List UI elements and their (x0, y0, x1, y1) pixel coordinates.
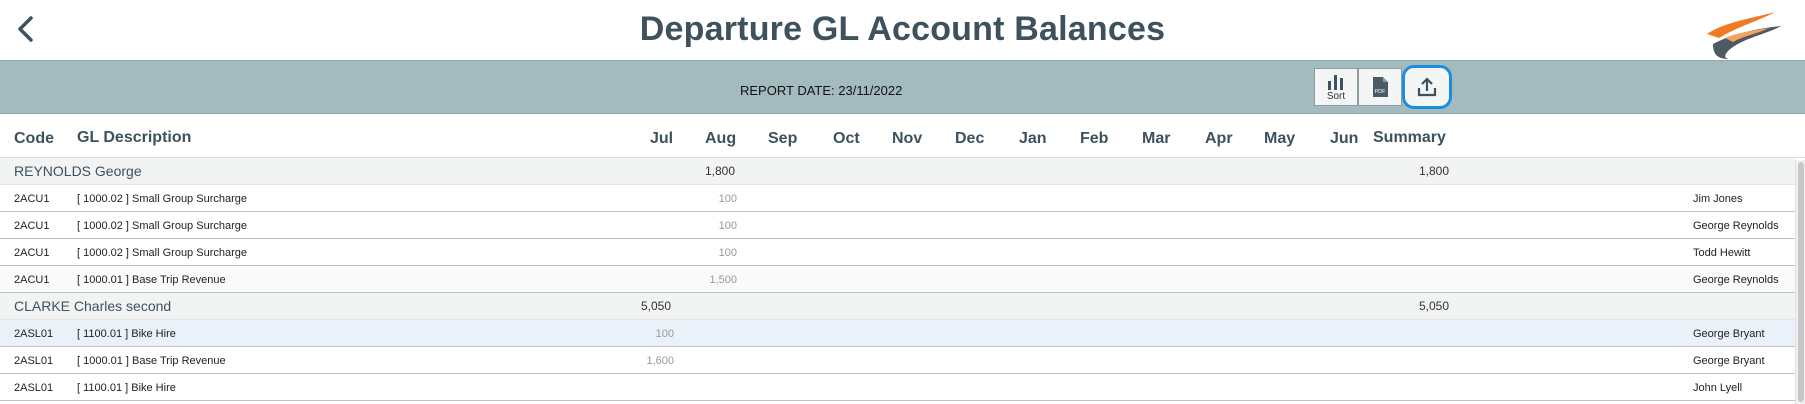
table-row[interactable]: 2ACU1 [ 1000.01 ] Base Trip Revenue 1,50… (0, 266, 1795, 293)
sort-button[interactable]: Sort (1314, 68, 1358, 106)
column-header[interactable]: Mar (1142, 130, 1170, 148)
row-code: 2ASL01 (14, 328, 54, 340)
group-name: CLARKE Charles second (14, 298, 172, 314)
group-name: REYNOLDS George (14, 163, 142, 179)
pdf-icon-text: PDF (1375, 89, 1387, 95)
column-header[interactable]: Oct (833, 130, 860, 148)
row-person: George Bryant (1693, 328, 1765, 340)
row-description: [ 1000.02 ] Small Group Surcharge (77, 247, 247, 259)
row-person: John Lyell (1693, 382, 1743, 394)
pdf-button[interactable]: PDF (1358, 68, 1402, 106)
column-header[interactable]: Dec (955, 130, 984, 148)
row-description: [ 1100.01 ] Bike Hire (77, 382, 176, 394)
row-code: 2ASL01 (14, 382, 54, 394)
row-description: [ 1000.01 ] Base Trip Revenue (77, 355, 226, 367)
row-aug-value: 100 (718, 220, 737, 232)
table-row[interactable]: 2ACU1 [ 1000.02 ] Small Group Surcharge … (0, 239, 1795, 266)
column-header[interactable]: Summary (1373, 129, 1446, 147)
row-code: 2ACU1 (14, 247, 50, 259)
table-row[interactable]: 2ASL01 [ 1000.01 ] Base Trip Revenue 1,6… (0, 347, 1795, 374)
pdf-file-icon: PDF (1373, 77, 1388, 97)
row-description: [ 1100.01 ] Bike Hire (77, 328, 176, 340)
row-person: Todd Hewitt (1693, 247, 1751, 259)
company-logo (1699, 4, 1785, 60)
table-row[interactable]: 2ASL01 [ 1100.01 ] Bike Hire 100 George … (0, 320, 1795, 347)
row-code: 2ASL01 (14, 355, 54, 367)
upload-icon (1417, 77, 1437, 97)
group-row[interactable]: CLARKE Charles second 5,050 5,050 (0, 293, 1795, 320)
column-header[interactable]: Apr (1205, 130, 1233, 148)
row-person: George Reynolds (1693, 220, 1779, 232)
row-person: Jim Jones (1693, 193, 1743, 205)
row-person: George Reynolds (1693, 274, 1779, 286)
table-body: REYNOLDS George 1,800 1,800 2ACU1 [ 1000… (0, 158, 1795, 401)
row-aug-value: 100 (718, 247, 737, 259)
scrollbar-thumb[interactable] (1798, 162, 1804, 402)
group-summary-value: 1,800 (1419, 164, 1450, 178)
column-header[interactable]: Code (14, 130, 54, 148)
report-toolbar: REPORT DATE: 23/11/2022 Sort PDF (0, 60, 1805, 114)
column-header[interactable]: Jul (650, 130, 673, 148)
vertical-scrollbar[interactable] (1795, 160, 1805, 404)
table-row[interactable]: 2ACU1 [ 1000.02 ] Small Group Surcharge … (0, 212, 1795, 239)
column-header[interactable]: Sep (768, 130, 797, 148)
export-button[interactable] (1402, 65, 1452, 109)
table-row[interactable]: 2ASL01 [ 1100.01 ] Bike Hire John Lyell (0, 374, 1795, 401)
bar-chart-icon (1328, 75, 1343, 90)
row-jul-value: 100 (655, 328, 674, 340)
group-aug-value: 1,800 (705, 164, 736, 178)
row-code: 2ACU1 (14, 220, 50, 232)
row-aug-value: 100 (718, 193, 737, 205)
sort-button-label: Sort (1326, 91, 1346, 102)
top-bar: Departure GL Account Balances (0, 0, 1805, 60)
group-summary-value: 5,050 (1419, 299, 1450, 313)
row-aug-value: 1,500 (709, 274, 737, 286)
table-row[interactable]: 2ACU1 [ 1000.02 ] Small Group Surcharge … (0, 185, 1795, 212)
column-header[interactable]: Feb (1080, 130, 1108, 148)
row-description: [ 1000.01 ] Base Trip Revenue (77, 274, 226, 286)
row-person: George Bryant (1693, 355, 1765, 367)
table-header: Code GL Description Jul Aug Sep Oct Nov … (0, 115, 1805, 158)
row-description: [ 1000.02 ] Small Group Surcharge (77, 193, 247, 205)
row-jul-value: 1,600 (646, 355, 674, 367)
column-header[interactable]: Aug (705, 130, 736, 148)
column-header[interactable]: Jan (1019, 130, 1047, 148)
report-date: REPORT DATE: 23/11/2022 (740, 83, 903, 98)
group-row[interactable]: REYNOLDS George 1,800 1,800 (0, 158, 1795, 185)
row-description: [ 1000.02 ] Small Group Surcharge (77, 220, 247, 232)
column-header[interactable]: Jun (1330, 130, 1358, 148)
row-code: 2ACU1 (14, 193, 50, 205)
group-jul-value: 5,050 (641, 299, 672, 313)
page-title: Departure GL Account Balances (639, 10, 1166, 48)
column-header[interactable]: GL Description (77, 129, 191, 147)
column-header[interactable]: Nov (892, 130, 922, 148)
row-code: 2ACU1 (14, 274, 50, 286)
column-header[interactable]: May (1264, 130, 1295, 148)
